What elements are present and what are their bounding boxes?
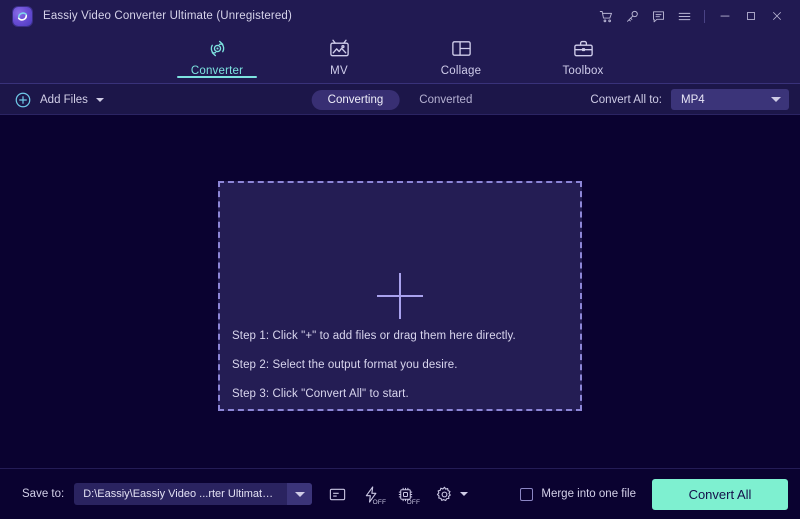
add-files-button[interactable]: Add Files <box>14 91 104 109</box>
tab-collage[interactable]: Collage <box>422 32 500 77</box>
output-format-select[interactable]: MP4 <box>671 89 789 110</box>
step-3: Step 3: Click "Convert All" to start. <box>232 388 409 400</box>
step-1: Step 1: Click "+" to add files or drag t… <box>232 330 516 342</box>
close-icon[interactable] <box>764 3 790 29</box>
main-nav: Converter MV Collage Toolbox <box>0 32 800 84</box>
mv-icon <box>328 36 351 60</box>
titlebar-divider <box>704 9 705 23</box>
tab-toolbox[interactable]: Toolbox <box>544 32 622 77</box>
settings-button[interactable] <box>433 483 469 506</box>
tab-mv[interactable]: MV <box>300 32 378 77</box>
minimize-icon[interactable] <box>712 3 738 29</box>
settings-chevron-down-icon <box>460 492 469 496</box>
save-path-dropdown[interactable] <box>287 483 313 505</box>
converter-icon <box>206 36 229 60</box>
title-bar: Eassiy Video Converter Ultimate (Unregis… <box>0 0 800 32</box>
main-canvas: Step 1: Click "+" to add files or drag t… <box>0 115 800 468</box>
merge-into-one-file-toggle[interactable]: Merge into one file <box>520 487 636 501</box>
output-format-value: MP4 <box>681 93 705 106</box>
feedback-icon[interactable] <box>645 3 671 29</box>
tab-converting[interactable]: Converting <box>311 89 400 110</box>
fast-conversion-icon[interactable]: OFF <box>360 483 386 506</box>
collage-icon <box>450 36 473 60</box>
convert-all-button[interactable]: Convert All <box>652 478 788 510</box>
gpu-acceleration-icon[interactable]: OFF <box>394 483 420 506</box>
titlebar-controls <box>593 3 790 29</box>
key-icon[interactable] <box>619 3 645 29</box>
add-files-chevron-down-icon[interactable] <box>95 97 104 102</box>
settings-gear-icon <box>433 483 456 506</box>
convert-all-to-label: Convert All to: <box>590 93 662 106</box>
toolbox-icon <box>572 36 595 60</box>
tab-mv-label: MV <box>330 65 348 77</box>
save-path-input[interactable]: D:\Eassiy\Eassiy Video ...rter Ultimate\… <box>74 483 287 505</box>
open-folder-icon[interactable] <box>326 483 349 506</box>
plus-icon[interactable] <box>377 273 423 319</box>
instruction-steps: Step 1: Click "+" to add files or drag t… <box>232 330 572 400</box>
chevron-down-icon <box>771 97 781 102</box>
tab-converter[interactable]: Converter <box>177 32 257 78</box>
footer-tool-icons: OFF OFF <box>326 483 469 506</box>
step-2: Step 2: Select the output format you des… <box>232 359 458 371</box>
app-window: Eassiy Video Converter Ultimate (Unregis… <box>0 0 800 519</box>
tab-converted[interactable]: Converted <box>403 90 488 110</box>
window-title: Eassiy Video Converter Ultimate (Unregis… <box>43 10 292 22</box>
fast-conversion-badge: OFF <box>372 499 387 506</box>
tab-collage-label: Collage <box>440 65 482 77</box>
gpu-acceleration-badge: OFF <box>406 499 421 506</box>
eassiy-logo-icon <box>13 6 32 26</box>
chevron-down-icon <box>294 491 305 497</box>
merge-checkbox[interactable] <box>520 487 534 501</box>
merge-label: Merge into one file <box>541 488 636 500</box>
tab-toolbox-label: Toolbox <box>562 65 604 77</box>
status-segmented-control: Converting Converted <box>311 89 489 110</box>
footer-actions: Merge into one file Convert All <box>520 478 788 510</box>
footer-bar: Save to: D:\Eassiy\Eassiy Video ...rter … <box>0 468 800 519</box>
action-toolbar: Add Files Converting Converted Convert A… <box>0 84 800 115</box>
menu-icon[interactable] <box>671 3 697 29</box>
tab-active-underline <box>177 76 257 78</box>
save-to-label: Save to: <box>22 488 65 500</box>
save-path-control: D:\Eassiy\Eassiy Video ...rter Ultimate\… <box>74 483 313 505</box>
convert-all-to-group: Convert All to: MP4 <box>590 89 789 110</box>
add-files-plus-icon <box>14 91 32 109</box>
add-files-label: Add Files <box>40 93 88 106</box>
cart-icon[interactable] <box>593 3 619 29</box>
maximize-icon[interactable] <box>738 3 764 29</box>
